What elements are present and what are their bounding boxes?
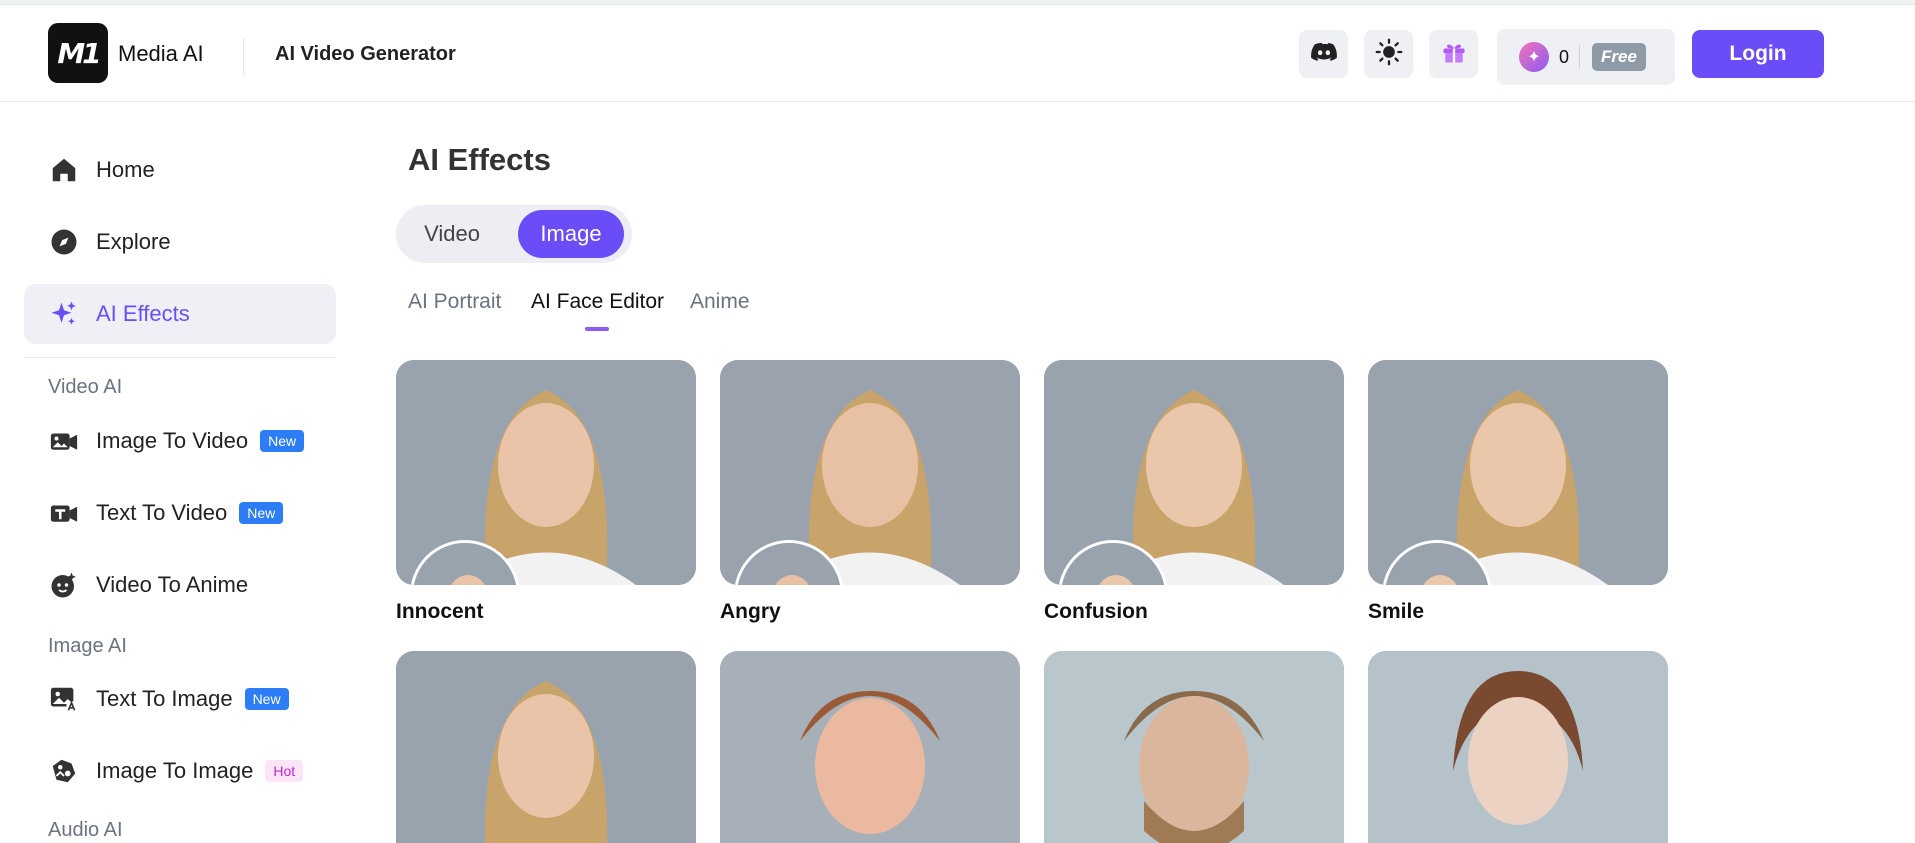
- effect-thumbnail[interactable]: [1044, 360, 1344, 585]
- sun-icon: [1375, 38, 1403, 71]
- sparkle-icon: [48, 298, 80, 330]
- sidebar-item-home[interactable]: Home: [24, 140, 336, 200]
- effect-thumbnail[interactable]: [720, 360, 1020, 585]
- sidebar-item-image-to-video[interactable]: Image To Video New: [24, 411, 336, 471]
- tab-ai-portrait[interactable]: AI Portrait: [408, 290, 501, 314]
- discord-icon: [1310, 38, 1338, 71]
- sidebar-item-video-to-anime[interactable]: Video To Anime: [24, 555, 336, 615]
- credits-badge[interactable]: ✦ 0 Free: [1497, 29, 1675, 85]
- effect-name: Confusion: [1044, 600, 1148, 623]
- brand-name[interactable]: Media AI: [118, 41, 204, 67]
- text-to-video-icon: [48, 497, 80, 529]
- sidebar-item-label: Image To Image: [96, 758, 254, 783]
- effect-thumbnail[interactable]: [396, 651, 696, 843]
- sidebar-item-explore[interactable]: Explore: [24, 212, 336, 272]
- effect-thumbnail[interactable]: [1368, 651, 1668, 843]
- effect-thumbnail[interactable]: [1368, 360, 1668, 585]
- media-type-toggle: Video Image: [396, 205, 632, 263]
- sidebar-item-label: AI Effects: [96, 301, 190, 326]
- effect-thumbnail[interactable]: [1044, 651, 1344, 843]
- sidebar-item-text-to-image[interactable]: Text To Image New: [24, 669, 336, 729]
- login-button[interactable]: Login: [1692, 30, 1824, 78]
- sidebar-item-label: Text To Image: [96, 686, 233, 711]
- gift-icon: [1440, 38, 1468, 71]
- image-to-image-icon: [48, 755, 80, 787]
- plan-badge: Free: [1592, 43, 1646, 71]
- effect-thumbnail[interactable]: [396, 360, 696, 585]
- sidebar-item-label: Video To Anime: [96, 572, 249, 597]
- tab-anime[interactable]: Anime: [690, 290, 750, 314]
- section-title-video-ai: Video AI: [48, 376, 123, 398]
- logo[interactable]: M1: [48, 23, 108, 83]
- sidebar-item-label: Explore: [96, 229, 171, 254]
- sidebar-divider: [24, 357, 336, 358]
- anime-face-icon: [48, 569, 80, 601]
- active-tab-indicator: [585, 327, 609, 331]
- credits-count: 0: [1559, 46, 1570, 67]
- sidebar-item-label: Home: [96, 157, 155, 182]
- section-title-image-ai: Image AI: [48, 635, 127, 657]
- segment-video[interactable]: Video: [404, 210, 500, 258]
- header-divider: [243, 38, 244, 76]
- tab-ai-face-editor[interactable]: AI Face Editor: [531, 290, 664, 314]
- gift-button[interactable]: [1429, 30, 1478, 78]
- compass-icon: [48, 226, 80, 258]
- theme-toggle-button[interactable]: [1364, 30, 1413, 78]
- text-to-image-icon: [48, 683, 80, 715]
- credit-gem-icon: ✦: [1519, 42, 1549, 72]
- hot-badge: Hot: [265, 760, 304, 782]
- new-badge: New: [244, 688, 289, 710]
- sidebar-item-text-to-video[interactable]: Text To Video New: [24, 483, 336, 543]
- new-badge: New: [239, 502, 284, 524]
- effect-name: Innocent: [396, 600, 484, 623]
- app-title: AI Video Generator: [275, 43, 456, 65]
- sidebar-item-image-to-image[interactable]: Image To Image Hot: [24, 741, 336, 801]
- effect-thumbnail[interactable]: [720, 651, 1020, 843]
- discord-button[interactable]: [1299, 30, 1348, 78]
- app-header: M1 Media AI AI Video Generator ✦ 0 Free …: [0, 5, 1915, 102]
- effect-name: Smile: [1368, 600, 1425, 623]
- sidebar: Home Explore AI Effects Video AI Image T…: [0, 103, 360, 843]
- credits-divider: [1579, 45, 1581, 69]
- effect-name: Angry: [720, 600, 781, 623]
- sidebar-item-ai-effects[interactable]: AI Effects: [24, 284, 336, 344]
- image-to-video-icon: [48, 425, 80, 457]
- sidebar-item-label: Image To Video: [96, 428, 249, 453]
- section-title-audio-ai: Audio AI: [48, 819, 123, 841]
- segment-image[interactable]: Image: [518, 210, 624, 258]
- page-title: AI Effects: [408, 142, 551, 177]
- sidebar-item-label: Text To Video: [96, 500, 228, 525]
- home-icon: [48, 154, 80, 186]
- new-badge: New: [260, 430, 305, 452]
